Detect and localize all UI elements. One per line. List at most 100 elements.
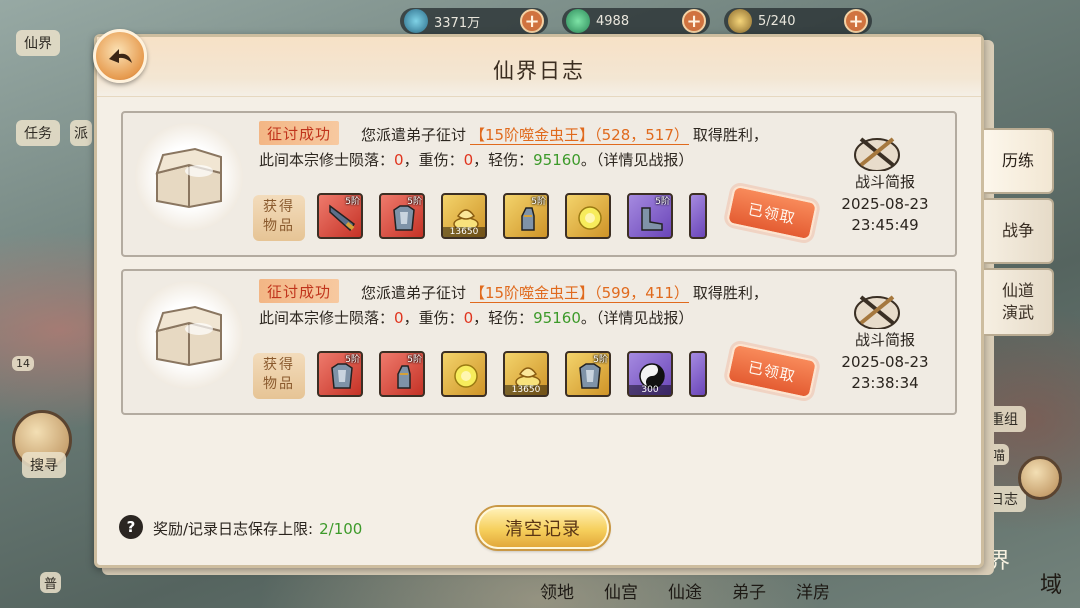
reward-item[interactable]: 5阶 bbox=[565, 351, 611, 397]
bottom-left-label: 普 bbox=[40, 572, 62, 593]
storage-limit-label: 奖励/记录日志保存上限: bbox=[153, 520, 314, 538]
log-entry: 征讨成功 您派遣弟子征讨 【15阶噬金虫王】（528，517） 取得胜利， 此间本宗… bbox=[121, 111, 957, 257]
battle-report-label[interactable]: 战斗简报 bbox=[829, 171, 941, 192]
search-label: 搜寻 bbox=[22, 452, 66, 478]
resource-jade: 4988 + bbox=[562, 8, 710, 34]
item-tier: 5阶 bbox=[407, 355, 422, 365]
claimed-stamp: 已领取 bbox=[725, 184, 819, 242]
battle-report-label[interactable]: 战斗简报 bbox=[829, 329, 941, 350]
casualty-prefix: 此间本宗修士陨落： bbox=[259, 309, 395, 327]
reward-item[interactable]: 13650 bbox=[503, 351, 549, 397]
dispatch-text: 您派遣弟子征讨 bbox=[361, 126, 467, 144]
reward-item[interactable]: 5阶 bbox=[627, 193, 673, 239]
realm-label[interactable]: 仙界 bbox=[16, 30, 60, 56]
panel-title: 仙界日志 bbox=[493, 59, 585, 83]
resource-value: 4988 bbox=[596, 13, 630, 29]
gold-orb-icon bbox=[578, 206, 602, 230]
item-count: 300 bbox=[629, 385, 671, 395]
light-value: 95160 bbox=[533, 151, 581, 169]
clear-records-button[interactable]: 清空记录 bbox=[477, 507, 609, 549]
task-label[interactable]: 任务 bbox=[16, 120, 60, 146]
battle-report-icon[interactable] bbox=[847, 131, 907, 171]
heavy-prefix: ，重伤： bbox=[403, 309, 464, 327]
storage-limit-value: 2/100 bbox=[319, 520, 363, 538]
tab-war[interactable]: 战争 bbox=[984, 198, 1054, 264]
details-suffix: 。（详情见战报） bbox=[580, 309, 694, 327]
reward-item[interactable]: 5阶 bbox=[503, 193, 549, 239]
reward-item[interactable] bbox=[441, 351, 487, 397]
help-icon[interactable]: ? bbox=[119, 515, 143, 539]
conquest-success-tag: 征讨成功 bbox=[259, 279, 340, 303]
obtained-label-line2: 物品 bbox=[263, 218, 295, 234]
item-count: 13650 bbox=[443, 227, 485, 237]
treasure-chest-icon bbox=[135, 123, 243, 231]
reward-item[interactable]: 5阶 bbox=[317, 193, 363, 239]
obtained-label-line1: 获得 bbox=[263, 199, 295, 215]
nav-disciples[interactable]: 弟子 bbox=[732, 578, 766, 608]
item-tier: 5阶 bbox=[593, 355, 608, 365]
reward-item[interactable]: 5阶 bbox=[317, 351, 363, 397]
item-tier: 5阶 bbox=[531, 197, 546, 207]
dispatch-label: 派 bbox=[70, 120, 92, 146]
victory-text: 取得胜利， bbox=[692, 126, 768, 144]
storage-limit-text: 奖励/记录日志保存上限: 2/100 bbox=[153, 518, 362, 539]
nav-territory[interactable]: 领地 bbox=[540, 578, 574, 608]
entry-time: 23:38:34 bbox=[851, 374, 919, 392]
dispatch-text: 您派遣弟子征讨 bbox=[361, 284, 467, 302]
obtained-items-label: 获得 物品 bbox=[253, 195, 305, 241]
deaths-value: 0 bbox=[394, 151, 404, 169]
nav-path[interactable]: 仙途 bbox=[668, 578, 702, 608]
add-spirit-stone-button[interactable]: + bbox=[520, 9, 544, 33]
item-count: 13650 bbox=[505, 385, 547, 395]
light-value: 95160 bbox=[533, 309, 581, 327]
reward-item[interactable] bbox=[689, 193, 707, 239]
heavy-value: 0 bbox=[463, 151, 474, 169]
reward-item[interactable]: 13650 bbox=[441, 193, 487, 239]
target-link[interactable]: 【15阶噬金虫王】（528，517） bbox=[470, 126, 689, 145]
add-disciple-button[interactable]: + bbox=[844, 9, 868, 33]
claimed-stamp: 已领取 bbox=[725, 342, 819, 400]
reward-item[interactable] bbox=[565, 193, 611, 239]
target-link[interactable]: 【15阶噬金虫王】（599，411） bbox=[470, 284, 689, 303]
bottom-nav: 领地 仙宫 仙途 弟子 洋房 bbox=[540, 578, 830, 608]
panel-header: 仙界日志 bbox=[97, 37, 981, 97]
nav-palace[interactable]: 仙宫 bbox=[604, 578, 638, 608]
play-button[interactable] bbox=[1018, 456, 1062, 500]
add-jade-button[interactable]: + bbox=[682, 9, 706, 33]
battle-report-icon[interactable] bbox=[847, 289, 907, 329]
victory-text: 取得胜利， bbox=[692, 284, 768, 302]
reward-item[interactable] bbox=[689, 351, 707, 397]
resource-disciples: 5/240 + bbox=[724, 8, 872, 34]
resource-value: 3371万 bbox=[434, 15, 481, 31]
heavy-prefix: ，重伤： bbox=[403, 151, 464, 169]
left-sidebar-background: 仙界 任务 派 14 搜寻 普 bbox=[0, 0, 100, 608]
entry-date: 2025-08-23 bbox=[841, 353, 929, 371]
disciple-icon bbox=[728, 9, 752, 33]
reward-item[interactable]: 5阶 bbox=[379, 351, 425, 397]
tab-dao-martial[interactable]: 仙道 演武 bbox=[984, 268, 1054, 336]
reward-item[interactable]: 5阶 bbox=[379, 193, 425, 239]
treasure-chest-icon bbox=[135, 281, 243, 389]
details-suffix: 。（详情见战报） bbox=[580, 151, 694, 169]
nav-house[interactable]: 洋房 bbox=[796, 578, 830, 608]
domain-big-label: 域 bbox=[1040, 573, 1063, 598]
jade-icon bbox=[566, 9, 590, 33]
entry-time: 23:45:49 bbox=[851, 216, 919, 234]
log-entry: 征讨成功 您派遣弟子征讨 【15阶噬金虫王】（599，411） 取得胜利， 此间本宗… bbox=[121, 269, 957, 415]
light-prefix: ，轻伤： bbox=[473, 309, 534, 327]
tab-training[interactable]: 历练 bbox=[984, 128, 1054, 194]
heavy-value: 0 bbox=[463, 309, 474, 327]
reward-item[interactable]: 300 bbox=[627, 351, 673, 397]
light-prefix: ，轻伤： bbox=[473, 151, 534, 169]
item-tier: 5阶 bbox=[655, 197, 670, 207]
item-tier: 5阶 bbox=[345, 355, 360, 365]
item-tier: 5阶 bbox=[407, 197, 422, 207]
realm-log-panel: 仙界日志 征讨成功 您派遣弟子征讨 【15阶噬金虫王】（528，517） 取得胜利，… bbox=[93, 29, 984, 568]
back-arrow-icon bbox=[109, 49, 132, 63]
obtained-items-label: 获得 物品 bbox=[253, 353, 305, 399]
resource-value: 5/240 bbox=[758, 13, 796, 29]
back-button[interactable] bbox=[93, 29, 147, 83]
entry-line-1: 您派遣弟子征讨 【15阶噬金虫王】（528，517） 取得胜利， bbox=[361, 124, 768, 145]
obtained-label-line1: 获得 bbox=[263, 357, 295, 373]
reward-items: 5阶 5阶 13650 5阶 5阶 bbox=[317, 193, 707, 239]
